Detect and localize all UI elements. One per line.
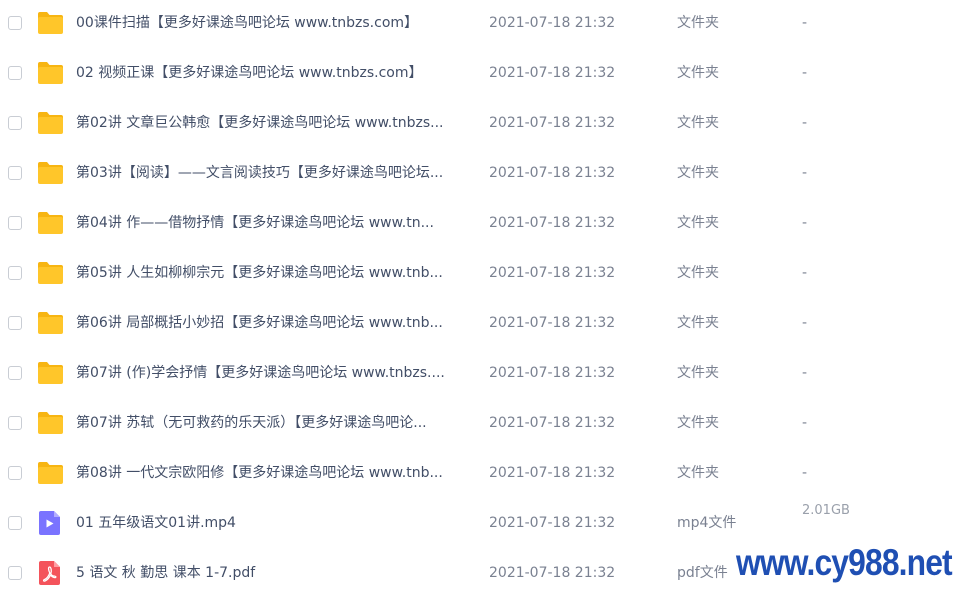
modified-date: 2021-07-18 21:32: [489, 365, 616, 381]
row-checkbox[interactable]: [8, 466, 22, 480]
row-checkbox[interactable]: [8, 366, 22, 380]
modified-date: 2021-07-18 21:32: [489, 415, 616, 431]
file-row[interactable]: 02 视频正课【更多好课途鸟吧论坛 www.tnbzs.com】 2021-07…: [0, 50, 976, 100]
row-checkbox[interactable]: [8, 216, 22, 230]
modified-date: 2021-07-18 21:32: [489, 565, 616, 581]
row-checkbox[interactable]: [8, 266, 22, 280]
file-name[interactable]: 第07讲 苏轼（无可救药的乐天派）【更多好课途鸟吧论...: [76, 400, 468, 446]
file-row[interactable]: 第04讲 作——借物抒情【更多好课途鸟吧论坛 www.tn... 2021-07…: [0, 200, 976, 250]
file-size: -: [802, 265, 808, 281]
file-name[interactable]: 第08讲 一代文宗欧阳修【更多好课途鸟吧论坛 www.tnb...: [76, 450, 468, 496]
folder-icon: [38, 262, 63, 284]
file-type: 文件夹: [677, 165, 719, 181]
folder-icon: [38, 462, 63, 484]
row-checkbox[interactable]: [8, 566, 22, 580]
file-size: -: [802, 415, 808, 431]
file-type: 文件夹: [677, 365, 719, 381]
file-size: -: [802, 15, 808, 31]
file-type: 文件夹: [677, 15, 719, 31]
modified-date: 2021-07-18 21:32: [489, 65, 616, 81]
watermark-text: www.cy988.net: [736, 541, 953, 585]
file-name[interactable]: 第03讲【阅读】——文言阅读技巧【更多好课途鸟吧论坛...: [76, 150, 468, 196]
folder-icon: [38, 62, 63, 84]
file-row[interactable]: 第07讲 苏轼（无可救药的乐天派）【更多好课途鸟吧论... 2021-07-18…: [0, 400, 976, 450]
file-type: pdf文件: [677, 565, 728, 581]
modified-date: 2021-07-18 21:32: [489, 215, 616, 231]
file-type: 文件夹: [677, 465, 719, 481]
modified-date: 2021-07-18 21:32: [489, 515, 616, 531]
file-name[interactable]: 第05讲 人生如柳柳宗元【更多好课途鸟吧论坛 www.tnb...: [76, 250, 468, 296]
file-row[interactable]: 第05讲 人生如柳柳宗元【更多好课途鸟吧论坛 www.tnb... 2021-0…: [0, 250, 976, 300]
file-name[interactable]: 02 视频正课【更多好课途鸟吧论坛 www.tnbzs.com】: [76, 50, 468, 96]
file-size: -: [802, 65, 808, 81]
modified-date: 2021-07-18 21:32: [489, 265, 616, 281]
row-checkbox[interactable]: [8, 516, 22, 530]
row-checkbox[interactable]: [8, 116, 22, 130]
folder-icon: [38, 112, 63, 134]
row-checkbox[interactable]: [8, 66, 22, 80]
file-row[interactable]: 第07讲 (作)学会抒情【更多好课途鸟吧论坛 www.tnbzs.... 202…: [0, 350, 976, 400]
file-name[interactable]: 第07讲 (作)学会抒情【更多好课途鸟吧论坛 www.tnbzs....: [76, 350, 468, 396]
file-size: -: [802, 315, 808, 331]
folder-icon: [38, 212, 63, 234]
file-name[interactable]: 00课件扫描【更多好课途鸟吧论坛 www.tnbzs.com】: [76, 0, 468, 46]
file-row[interactable]: 00课件扫描【更多好课途鸟吧论坛 www.tnbzs.com】 2021-07-…: [0, 0, 976, 50]
modified-date: 2021-07-18 21:32: [489, 315, 616, 331]
file-size: -: [802, 215, 808, 231]
file-name[interactable]: 第04讲 作——借物抒情【更多好课途鸟吧论坛 www.tn...: [76, 200, 468, 246]
row-checkbox[interactable]: [8, 16, 22, 30]
modified-date: 2021-07-18 21:32: [489, 115, 616, 131]
folder-icon: [38, 12, 63, 34]
modified-date: 2021-07-18 21:32: [489, 15, 616, 31]
file-name[interactable]: 第06讲 局部概括小妙招【更多好课途鸟吧论坛 www.tnb...: [76, 300, 468, 346]
file-name[interactable]: 第02讲 文章巨公韩愈【更多好课途鸟吧论坛 www.tnbzs...: [76, 100, 468, 146]
file-type: 文件夹: [677, 315, 719, 331]
file-type: 文件夹: [677, 65, 719, 81]
modified-date: 2021-07-18 21:32: [489, 165, 616, 181]
file-type: 文件夹: [677, 115, 719, 131]
folder-icon: [38, 362, 63, 384]
folder-icon: [38, 162, 63, 184]
file-row[interactable]: 第03讲【阅读】——文言阅读技巧【更多好课途鸟吧论坛... 2021-07-18…: [0, 150, 976, 200]
folder-icon: [38, 312, 63, 334]
file-size: 2.01GB: [802, 503, 850, 518]
row-checkbox[interactable]: [8, 316, 22, 330]
file-type: 文件夹: [677, 415, 719, 431]
row-checkbox[interactable]: [8, 416, 22, 430]
modified-date: 2021-07-18 21:32: [489, 465, 616, 481]
file-type: 文件夹: [677, 215, 719, 231]
file-type: mp4文件: [677, 515, 737, 531]
file-size: -: [802, 115, 808, 131]
file-size: -: [802, 165, 808, 181]
file-row[interactable]: 第06讲 局部概括小妙招【更多好课途鸟吧论坛 www.tnb... 2021-0…: [0, 300, 976, 350]
file-type: 文件夹: [677, 265, 719, 281]
video-file-icon: [39, 511, 60, 535]
row-checkbox[interactable]: [8, 166, 22, 180]
pdf-file-icon: [39, 561, 60, 585]
folder-icon: [38, 412, 63, 434]
file-list: 00课件扫描【更多好课途鸟吧论坛 www.tnbzs.com】 2021-07-…: [0, 0, 976, 604]
file-name[interactable]: 01 五年级语文01讲.mp4: [76, 500, 468, 546]
file-size: -: [802, 365, 808, 381]
file-name[interactable]: 5 语文 秋 勤思 课本 1-7.pdf: [76, 550, 468, 596]
file-row[interactable]: 第02讲 文章巨公韩愈【更多好课途鸟吧论坛 www.tnbzs... 2021-…: [0, 100, 976, 150]
